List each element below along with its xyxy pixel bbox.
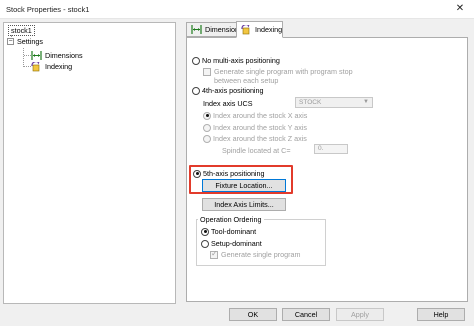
spindle-located-label: Spindle located at C=: [222, 146, 291, 155]
radio-circle[interactable]: [192, 56, 200, 65]
dimensions-icon: [31, 50, 42, 60]
radio-circle[interactable]: [203, 111, 211, 120]
spindle-located-input[interactable]: 0.: [314, 144, 348, 154]
tree-connector: [24, 55, 31, 56]
collapse-icon[interactable]: −: [7, 37, 14, 45]
indexing-icon: [31, 60, 42, 71]
indexing-panel: No multi-axis positioning Generate singl…: [186, 37, 468, 302]
checkbox-box[interactable]: [210, 249, 218, 259]
radio-5th-axis-label: 5th-axis positioning: [203, 169, 265, 178]
operation-ordering-title: Operation Ordering: [198, 215, 264, 224]
window-title: Stock Properties - stock1: [6, 5, 90, 14]
tree-item-indexing-label: Indexing: [45, 61, 73, 71]
tree-root-label: stock1: [8, 24, 35, 36]
radio-index-y[interactable]: Index around the stock Y axis: [203, 123, 307, 132]
settings-tree[interactable]: stock1 − Settings Dimensions Indexing: [3, 22, 176, 304]
radio-4th-axis-label: 4th-axis positioning: [202, 86, 264, 95]
radio-setup-dominant-label: Setup-dominant: [211, 239, 262, 248]
tab-dimensions[interactable]: Dimensions: [186, 22, 243, 37]
apply-button[interactable]: Apply: [336, 308, 384, 321]
tree-connector: [23, 48, 24, 67]
indexing-icon: [241, 24, 252, 35]
radio-index-y-label: Index around the stock Y axis: [213, 123, 308, 132]
radio-circle[interactable]: [201, 227, 209, 236]
radio-index-x-label: Index around the stock X axis: [213, 111, 308, 120]
radio-5th-axis[interactable]: 5th-axis positioning: [193, 169, 265, 178]
radio-circle[interactable]: [201, 239, 209, 248]
radio-no-multi-axis-label: No multi-axis positioning: [202, 56, 280, 65]
index-axis-ucs-select[interactable]: STOCK ▼: [295, 97, 373, 108]
tab-indexing[interactable]: Indexing: [236, 21, 283, 38]
checkbox-generate-single-program-stop[interactable]: Generate single program with program sto…: [203, 67, 373, 85]
radio-no-multi-axis[interactable]: No multi-axis positioning: [192, 56, 280, 65]
tab-indexing-label: Indexing: [255, 25, 283, 34]
dimensions-icon: [191, 25, 202, 34]
tree-item-settings[interactable]: − Settings: [7, 36, 43, 46]
tree-item-indexing[interactable]: Indexing: [31, 60, 73, 71]
radio-circle[interactable]: [203, 134, 211, 143]
checkbox-generate-single-program[interactable]: Generate single program: [210, 249, 301, 259]
checkbox-generate-single-program-label: Generate single program: [221, 250, 301, 259]
checkbox-generate-single-program-stop-label: Generate single program with program sto…: [214, 67, 353, 85]
fixture-location-button[interactable]: Fixture Location...: [202, 179, 286, 192]
radio-4th-axis[interactable]: 4th-axis positioning: [192, 86, 264, 95]
radio-tool-dominant-label: Tool-dominant: [211, 227, 257, 236]
index-axis-limits-button[interactable]: Index Axis Limits...: [202, 198, 286, 211]
index-axis-ucs-label: Index axis UCS: [203, 99, 253, 108]
tree-root-stock1[interactable]: stock1: [8, 24, 35, 36]
cancel-button[interactable]: Cancel: [282, 308, 330, 321]
tree-item-dimensions[interactable]: Dimensions: [31, 50, 83, 60]
tree-connector: [24, 66, 31, 67]
tree-item-dimensions-label: Dimensions: [45, 50, 83, 60]
help-button[interactable]: Help: [417, 308, 465, 321]
index-axis-ucs-value: STOCK: [299, 99, 322, 106]
title-bar: Stock Properties - stock1 ✕: [0, 0, 474, 19]
checkbox-box[interactable]: [203, 68, 211, 76]
radio-index-z-label: Index around the stock Z axis: [213, 134, 307, 143]
radio-circle[interactable]: [203, 123, 211, 132]
chevron-down-icon: ▼: [363, 99, 369, 105]
radio-setup-dominant[interactable]: Setup-dominant: [201, 239, 262, 248]
radio-index-x[interactable]: Index around the stock X axis: [203, 111, 307, 120]
radio-tool-dominant[interactable]: Tool-dominant: [201, 227, 256, 236]
radio-index-z[interactable]: Index around the stock Z axis: [203, 134, 307, 143]
ok-button[interactable]: OK: [229, 308, 277, 321]
close-icon[interactable]: ✕: [453, 2, 467, 16]
radio-circle[interactable]: [193, 169, 201, 178]
tree-item-settings-label: Settings: [17, 36, 43, 46]
radio-circle[interactable]: [192, 86, 200, 95]
